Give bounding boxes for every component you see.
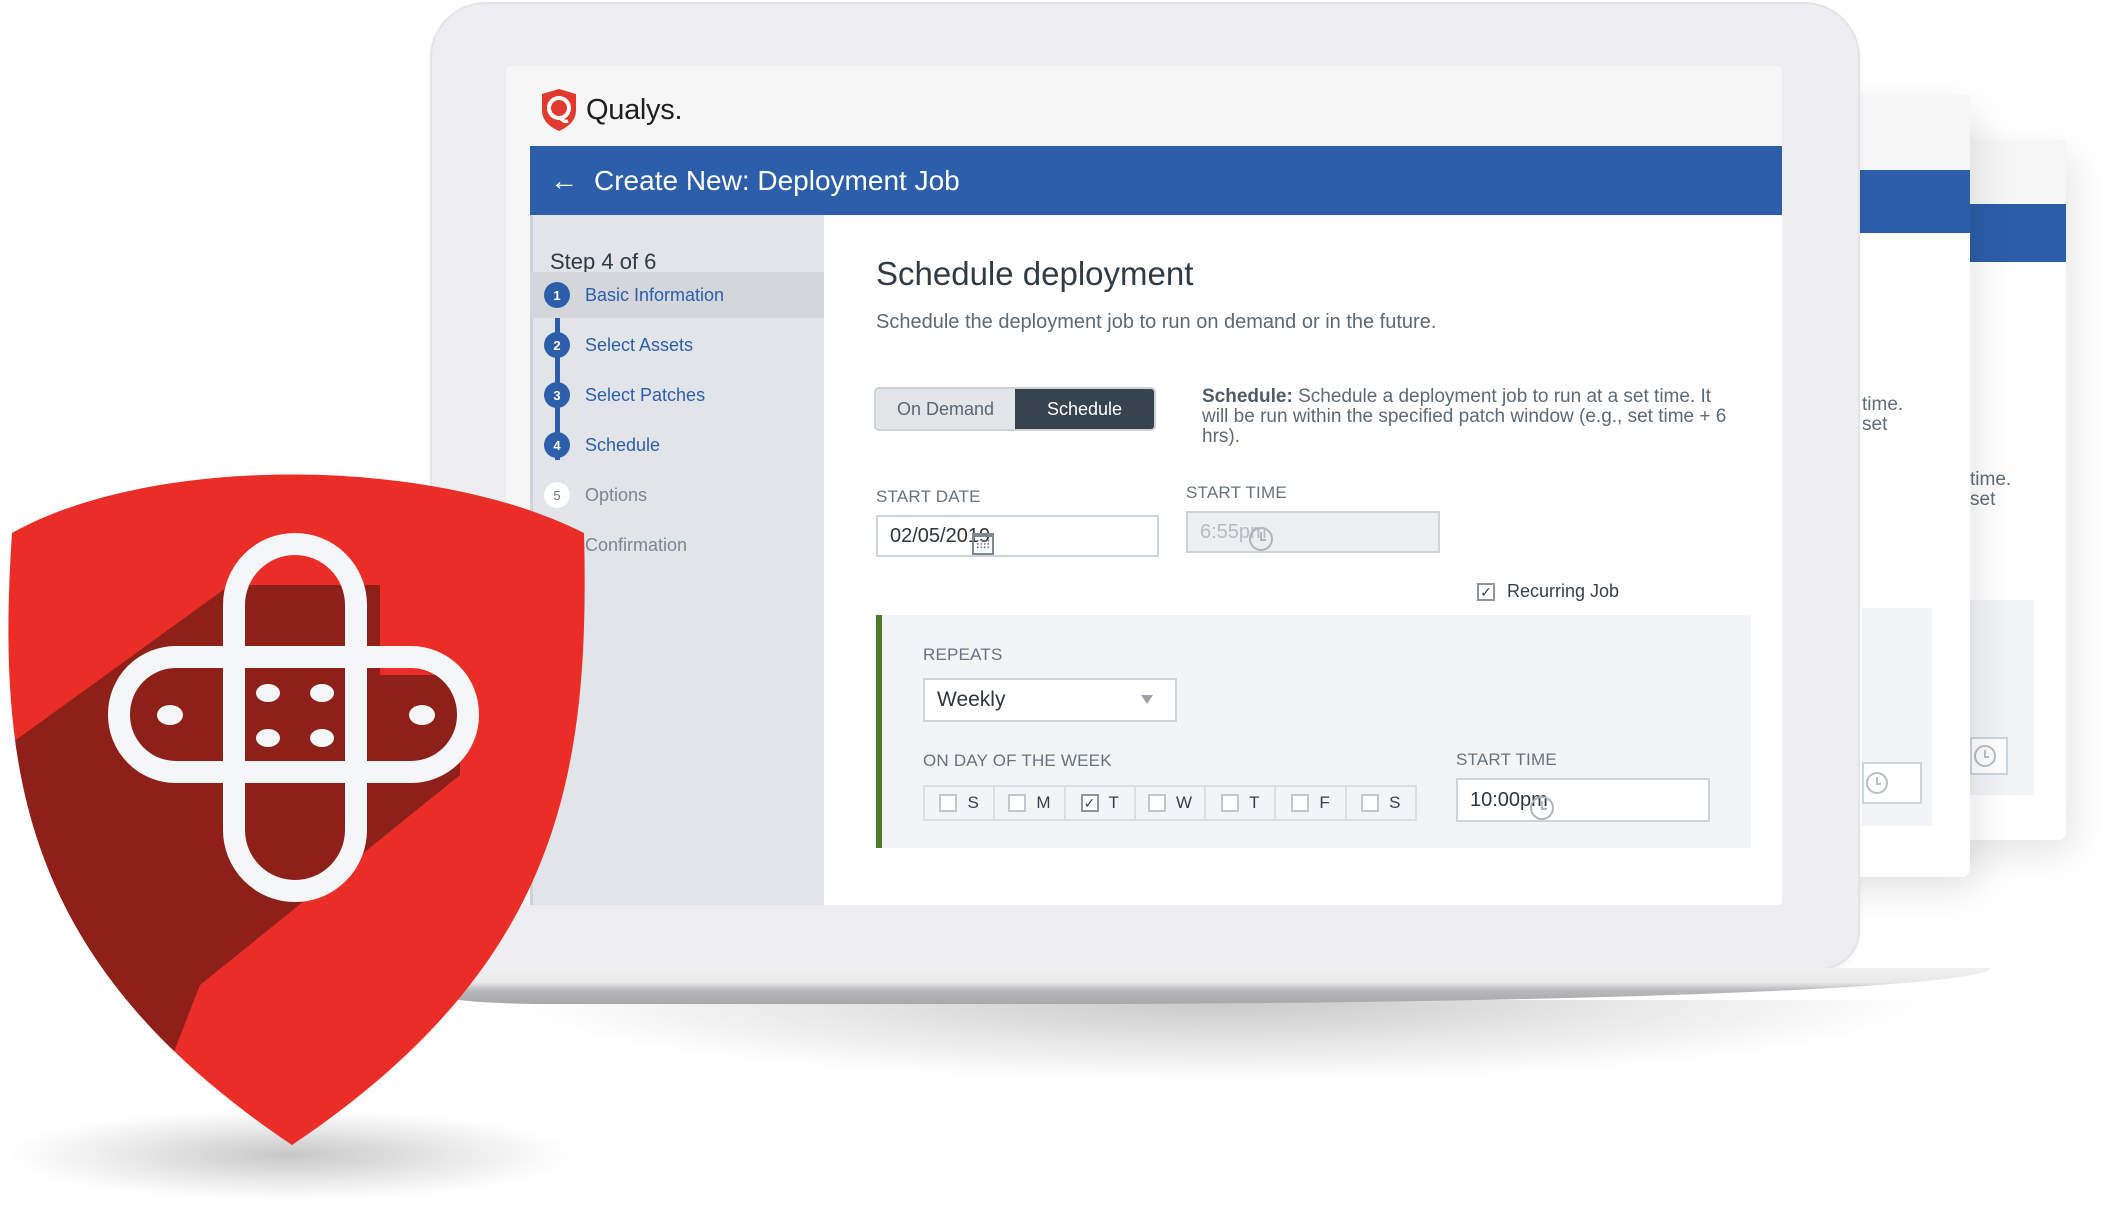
repeats-label: REPEATS — [923, 645, 1003, 664]
day-sunday[interactable]: S — [925, 787, 996, 819]
day-monday[interactable]: M — [995, 787, 1066, 819]
day-letter: F — [1319, 793, 1330, 812]
day-letter: T — [1249, 793, 1260, 812]
checkbox-checked-icon[interactable]: ✓ — [1477, 582, 1495, 601]
section-title: Schedule deployment — [876, 255, 1194, 292]
repeat-start-time-label: START TIME — [1456, 750, 1557, 769]
step-label: Select Patches — [585, 384, 706, 405]
laptop-shadow — [520, 1000, 1920, 1080]
checkbox-icon[interactable] — [1361, 794, 1380, 812]
arrow-left-icon[interactable]: ← — [550, 165, 590, 197]
checkbox-icon[interactable] — [1291, 794, 1310, 812]
step-number: 2 — [544, 332, 570, 358]
brand-name: Qualys. — [586, 93, 683, 126]
day-thursday[interactable]: T — [1206, 787, 1277, 819]
step-number: 3 — [544, 382, 570, 408]
day-letter: T — [1108, 793, 1119, 812]
clock-icon — [1529, 796, 1554, 820]
sidebar-step-select-assets[interactable]: 2 Select Assets — [530, 322, 824, 368]
checkbox-icon[interactable] — [1147, 794, 1166, 812]
background-text: time. set — [1970, 469, 2012, 510]
description-bold: Schedule: — [1202, 386, 1293, 407]
day-letter: S — [1389, 793, 1401, 812]
step-label: Basic Information — [585, 284, 725, 305]
qualys-shield-icon — [542, 89, 576, 131]
on-demand-button[interactable]: On Demand — [876, 389, 1015, 429]
schedule-description: Schedule: Schedule a deployment job to r… — [1202, 387, 1742, 447]
laptop-base — [420, 968, 1990, 1004]
schedule-button[interactable]: Schedule — [1015, 389, 1154, 429]
calendar-icon[interactable] — [972, 533, 995, 555]
sidebar-step-select-patches[interactable]: 3 Select Patches — [530, 372, 824, 418]
sidebar-step-basic-information[interactable]: 1 Basic Information — [530, 272, 824, 318]
app-window: Qualys. ← Create New: Deployment Job Ste… — [506, 66, 1782, 905]
day-tuesday[interactable]: ✓ T — [1066, 787, 1136, 819]
schedule-mode-toggle[interactable]: On Demand Schedule — [876, 389, 1154, 429]
step-number: 1 — [544, 282, 570, 308]
checkbox-icon[interactable] — [1008, 794, 1027, 812]
clock-icon — [1866, 772, 1888, 794]
start-date-label: START DATE — [876, 487, 981, 506]
chevron-down-icon — [1141, 695, 1153, 704]
page-header: ← Create New: Deployment Job — [530, 146, 1782, 215]
recurring-job-checkbox[interactable]: ✓ Recurring Job — [1477, 581, 1619, 602]
day-letter: S — [967, 793, 979, 812]
checkbox-icon[interactable] — [1221, 794, 1240, 812]
day-of-week-label: ON DAY OF THE WEEK — [923, 751, 1112, 770]
repeat-start-time-input[interactable]: 10:00pm — [1456, 778, 1710, 822]
repeat-settings-panel: REPEATS Weekly ON DAY OF THE WEEK S M ✓ T… — [876, 615, 1751, 848]
qualys-logo: Qualys. — [540, 88, 683, 132]
start-date-input[interactable]: 02/05/2019 — [876, 515, 1159, 557]
step-label: Select Assets — [585, 334, 694, 355]
start-time-label: START TIME — [1186, 483, 1287, 502]
day-wednesday[interactable]: W — [1136, 787, 1207, 819]
clock-icon — [1974, 745, 1996, 767]
day-letter: W — [1175, 793, 1192, 812]
patch-shield-icon — [8, 474, 585, 1145]
day-saturday[interactable]: S — [1347, 787, 1415, 819]
main-content: Schedule deployment Schedule the deploym… — [824, 215, 1782, 905]
page-title: Create New: Deployment Job — [594, 164, 960, 196]
recurring-job-label: Recurring Job — [1507, 581, 1620, 601]
checkbox-checked-icon[interactable]: ✓ — [1080, 794, 1099, 812]
day-of-week-selector: S M ✓ T W T F S — [923, 785, 1417, 821]
step-label: Confirmation — [585, 534, 688, 555]
repeats-value: Weekly — [937, 688, 1006, 711]
repeats-select[interactable]: Weekly — [923, 678, 1177, 722]
day-friday[interactable]: F — [1276, 787, 1347, 819]
day-letter: M — [1036, 793, 1051, 812]
section-subtitle: Schedule the deployment job to run on de… — [876, 311, 1437, 333]
checkbox-icon[interactable] — [939, 794, 958, 812]
clock-icon — [1248, 527, 1273, 551]
background-text: time. set — [1862, 394, 1904, 435]
start-time-input[interactable]: 6:55pm — [1186, 511, 1440, 553]
